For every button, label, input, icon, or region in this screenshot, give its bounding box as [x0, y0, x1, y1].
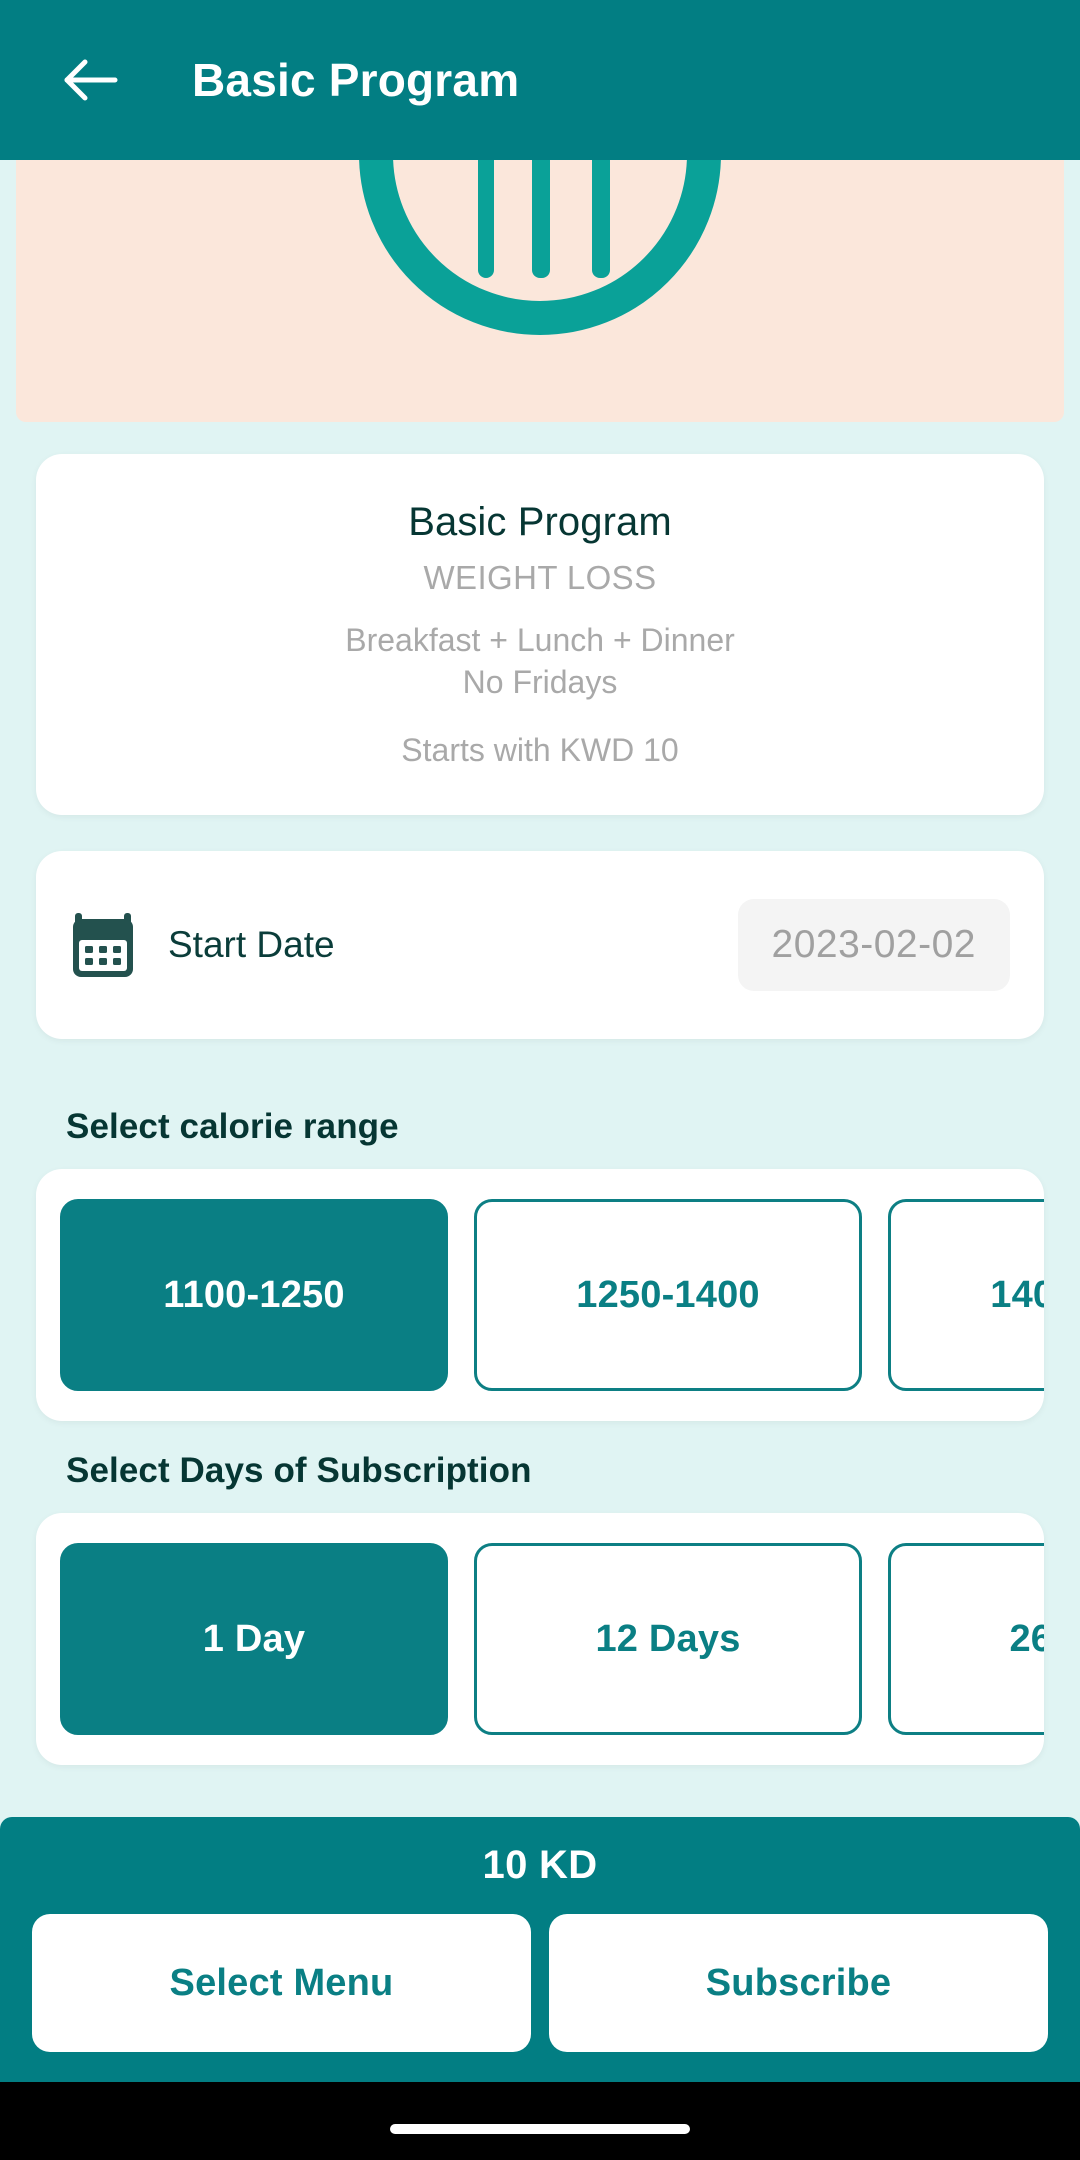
- days-option-2[interactable]: 26 Days: [888, 1543, 1044, 1735]
- program-name: Basic Program: [408, 500, 672, 544]
- home-indicator[interactable]: [390, 2124, 690, 2134]
- calorie-chip-strip[interactable]: 1100-1250 1250-1400 1400-1550: [36, 1169, 1044, 1421]
- total-price: 10 KD: [482, 1843, 598, 1887]
- days-option-0[interactable]: 1 Day: [60, 1543, 448, 1735]
- program-category: WEIGHT LOSS: [423, 559, 657, 596]
- calorie-section-title: Select calorie range: [66, 1107, 399, 1146]
- page-title: Basic Program: [192, 54, 520, 106]
- bottom-action-bar: 10 KD Select Menu Subscribe: [0, 1817, 1080, 2082]
- calorie-option-2[interactable]: 1400-1550: [888, 1199, 1044, 1391]
- action-button-row: Select Menu Subscribe: [32, 1914, 1048, 2052]
- calorie-option-0[interactable]: 1100-1250: [60, 1199, 448, 1391]
- program-schedule: No Fridays: [462, 664, 618, 700]
- back-button[interactable]: [52, 41, 130, 119]
- calorie-option-1[interactable]: 1250-1400: [474, 1199, 862, 1391]
- system-navigation-bar: [0, 2082, 1080, 2160]
- content-scroll-area[interactable]: Basic Program WEIGHT LOSS Breakfast + Lu…: [0, 160, 1080, 1865]
- calendar-icon: [70, 910, 136, 980]
- start-date-label: Start Date: [168, 924, 335, 965]
- program-price-note: Starts with KWD 10: [401, 732, 679, 768]
- start-date-row[interactable]: Start Date 2023-02-02: [36, 851, 1044, 1039]
- days-option-1[interactable]: 12 Days: [474, 1543, 862, 1735]
- program-info-card: Basic Program WEIGHT LOSS Breakfast + Lu…: [36, 454, 1044, 815]
- subscribe-button[interactable]: Subscribe: [549, 1914, 1048, 2052]
- restaurant-cutlery-logo-icon: [340, 160, 740, 359]
- hero-banner: [16, 160, 1064, 422]
- days-section-title: Select Days of Subscription: [66, 1451, 532, 1490]
- days-chip-strip[interactable]: 1 Day 12 Days 26 Days: [36, 1513, 1044, 1765]
- program-meals: Breakfast + Lunch + Dinner: [345, 622, 735, 658]
- start-date-value[interactable]: 2023-02-02: [737, 899, 1010, 991]
- select-menu-button[interactable]: Select Menu: [32, 1914, 531, 2052]
- arrow-left-icon: [63, 58, 119, 102]
- app-header: Basic Program: [0, 0, 1080, 160]
